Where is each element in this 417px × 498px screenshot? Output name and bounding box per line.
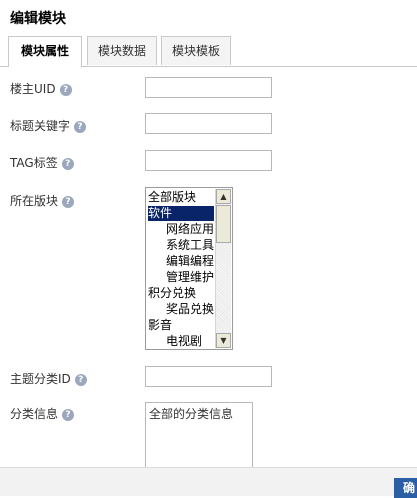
tag-row: TAG标签? [10, 154, 74, 171]
tag-label: TAG标签 [10, 156, 58, 170]
title-keyword-input[interactable] [145, 113, 272, 134]
section-row: 所在版块? [10, 192, 75, 209]
scroll-thumb[interactable] [216, 205, 231, 243]
section-option[interactable]: 电视剧 [166, 334, 202, 349]
help-icon[interactable]: ? [61, 157, 74, 170]
footer-bar [0, 467, 417, 496]
owner-uid-row: 楼主UID? [10, 80, 72, 97]
section-option[interactable]: 管理维护 [166, 270, 214, 285]
dialog-title: 编辑模块 [10, 11, 66, 27]
scroll-up-icon[interactable]: ▲ [216, 189, 231, 204]
section-option-selected[interactable]: 软件 [148, 206, 214, 221]
thread-type-id-label: 主题分类ID [10, 372, 71, 386]
section-option[interactable]: 系统工具 [166, 238, 214, 253]
title-keyword-row: 标题关键字? [10, 117, 87, 134]
thread-type-id-row: 主题分类ID? [10, 370, 87, 387]
sort-info-textarea[interactable]: 全部的分类信息 [145, 402, 253, 468]
tab-module-template[interactable]: 模块模板 [161, 36, 231, 65]
thread-type-id-input[interactable] [145, 366, 272, 387]
section-option[interactable]: 全部版块 [148, 190, 196, 205]
tag-input[interactable] [145, 150, 272, 171]
sort-info-row: 分类信息? [10, 405, 75, 422]
section-option[interactable]: 奖品兑换 [166, 302, 214, 317]
help-icon[interactable]: ? [74, 373, 87, 386]
section-multiselect[interactable]: 全部版块 软件 网络应用 系统工具 编辑编程 管理维护 积分兑换 奖品兑换 影音… [145, 187, 233, 350]
help-icon[interactable]: ? [59, 83, 72, 96]
section-option[interactable]: 网络应用 [166, 222, 214, 237]
scroll-down-icon[interactable]: ▼ [216, 333, 231, 348]
section-option[interactable]: 编辑编程 [166, 254, 214, 269]
help-icon[interactable]: ? [62, 195, 75, 208]
section-option[interactable]: 积分兑换 [148, 286, 196, 301]
owner-uid-label: 楼主UID [10, 82, 56, 96]
section-scrollbar[interactable]: ▲ ▼ [215, 189, 231, 348]
sort-info-label: 分类信息 [10, 407, 59, 421]
section-label: 所在版块 [10, 194, 59, 208]
tab-module-data[interactable]: 模块数据 [87, 36, 157, 65]
tab-bar: 模块属性 模块数据 模块模板 [0, 36, 417, 67]
tab-module-properties[interactable]: 模块属性 [8, 36, 82, 67]
title-keyword-label: 标题关键字 [10, 119, 71, 133]
help-icon[interactable]: ? [62, 408, 75, 421]
owner-uid-input[interactable] [145, 77, 272, 98]
help-icon[interactable]: ? [74, 120, 87, 133]
section-option[interactable]: 影音 [148, 318, 172, 333]
confirm-button[interactable]: 确定 [394, 478, 417, 498]
